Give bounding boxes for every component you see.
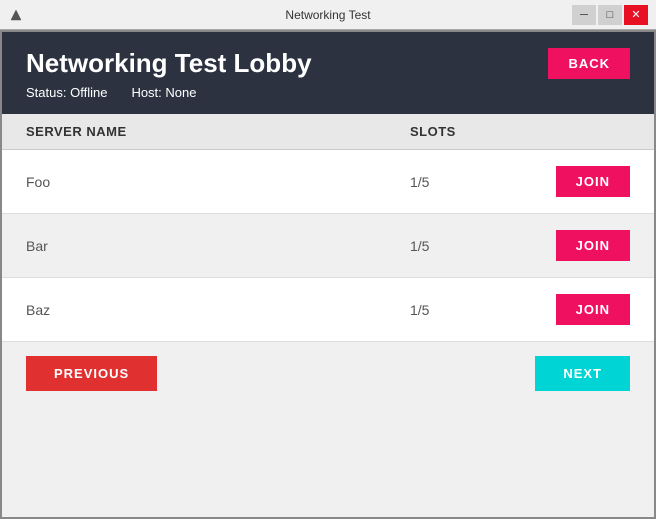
column-header-server-name: SERVER NAME (26, 124, 410, 139)
lobby-header-top: Networking Test Lobby BACK (26, 48, 630, 79)
lobby-status: Status: Offline Host: None (26, 85, 630, 100)
table-row: Bar 1/5 JOIN (2, 214, 654, 278)
minimize-button[interactable]: ─ (572, 5, 596, 25)
app-icon (8, 7, 24, 23)
close-button[interactable]: ✕ (624, 5, 648, 25)
host-field: Host: None (131, 85, 196, 100)
server-list: Foo 1/5 JOIN Bar 1/5 JOIN Baz 1/5 JOIN (2, 150, 654, 342)
lobby-header: Networking Test Lobby BACK Status: Offli… (2, 32, 654, 114)
join-button[interactable]: JOIN (556, 230, 630, 261)
table-header: SERVER NAME SLOTS (2, 114, 654, 150)
server-action: JOIN (530, 294, 630, 325)
title-bar-left (8, 7, 24, 23)
next-button[interactable]: NEXT (535, 356, 630, 391)
server-slots: 1/5 (410, 302, 530, 318)
column-header-slots: SLOTS (410, 124, 530, 139)
table-row: Foo 1/5 JOIN (2, 150, 654, 214)
title-bar: Networking Test ─ □ ✕ (0, 0, 656, 30)
server-name: Baz (26, 302, 410, 318)
join-button[interactable]: JOIN (556, 166, 630, 197)
status-value: Offline (70, 85, 107, 100)
server-name: Foo (26, 174, 410, 190)
server-name: Bar (26, 238, 410, 254)
maximize-button[interactable]: □ (598, 5, 622, 25)
server-action: JOIN (530, 230, 630, 261)
host-value: None (165, 85, 196, 100)
window-content: Networking Test Lobby BACK Status: Offli… (0, 30, 656, 519)
table-row: Baz 1/5 JOIN (2, 278, 654, 342)
window-title: Networking Test (285, 8, 370, 22)
title-bar-controls: ─ □ ✕ (572, 5, 648, 25)
status-label: Status: (26, 85, 66, 100)
server-action: JOIN (530, 166, 630, 197)
status-field: Status: Offline (26, 85, 107, 100)
previous-button[interactable]: PREVIOUS (26, 356, 157, 391)
back-button[interactable]: BACK (548, 48, 630, 79)
host-label: Host: (131, 85, 161, 100)
footer: PREVIOUS NEXT (2, 342, 654, 405)
server-slots: 1/5 (410, 238, 530, 254)
join-button[interactable]: JOIN (556, 294, 630, 325)
server-slots: 1/5 (410, 174, 530, 190)
lobby-title: Networking Test Lobby (26, 48, 312, 79)
